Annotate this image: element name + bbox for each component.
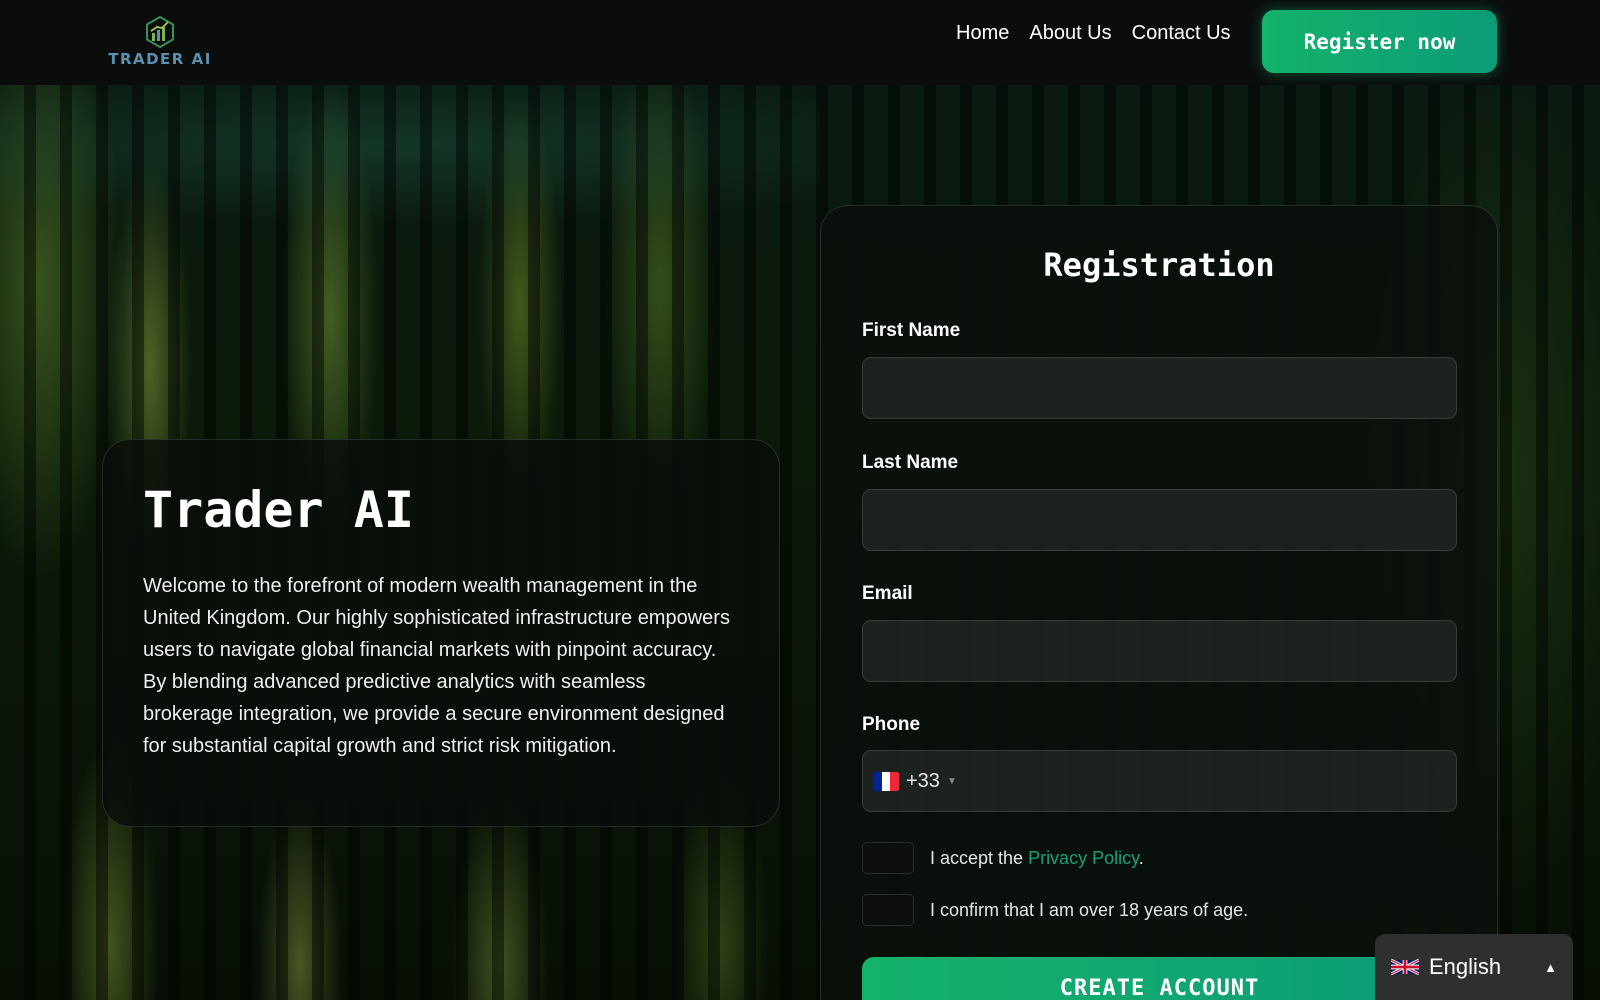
language-label: English bbox=[1429, 954, 1502, 979]
last-name-label: Last Name bbox=[862, 452, 959, 473]
email-label: Email bbox=[862, 583, 913, 604]
create-account-button[interactable]: CREATE ACCOUNT bbox=[862, 957, 1457, 1000]
email-input[interactable] bbox=[862, 620, 1457, 682]
nav-home[interactable]: Home bbox=[956, 20, 1009, 46]
logo[interactable]: TRADER AI bbox=[104, 16, 216, 70]
phone-dial-code[interactable]: +33 bbox=[906, 770, 940, 793]
chevron-down-icon[interactable]: ▼ bbox=[947, 776, 957, 787]
flag-uk-icon bbox=[1391, 958, 1419, 976]
register-now-button[interactable]: Register now bbox=[1262, 10, 1497, 73]
age-confirm-checkbox[interactable] bbox=[862, 894, 914, 926]
hero-title: Trader AI bbox=[143, 481, 414, 539]
registration-title: Registration bbox=[1043, 246, 1275, 284]
logo-chart-icon bbox=[146, 16, 174, 48]
logo-text: TRADER AI bbox=[108, 50, 212, 68]
privacy-policy-text: I accept the Privacy Policy. bbox=[930, 848, 1144, 869]
first-name-input[interactable] bbox=[862, 357, 1457, 419]
age-confirm-text: I confirm that I am over 18 years of age… bbox=[930, 899, 1249, 920]
language-switcher[interactable]: English ▲ bbox=[1375, 934, 1573, 1000]
phone-label: Phone bbox=[862, 714, 921, 735]
hero-description: Welcome to the forefront of modern wealt… bbox=[143, 575, 730, 757]
hero-card: Trader AI Welcome to the forefront of mo… bbox=[102, 439, 780, 827]
registration-card: Registration First Name Last Name Email … bbox=[820, 205, 1498, 1000]
site-header: TRADER AI Home About Us Contact Us Regis… bbox=[0, 0, 1600, 85]
privacy-policy-prefix: I accept the bbox=[930, 847, 1029, 868]
nav-about-us[interactable]: About Us bbox=[1029, 20, 1111, 46]
flag-fr-icon[interactable] bbox=[873, 771, 899, 791]
privacy-policy-link[interactable]: Privacy Policy bbox=[1028, 848, 1139, 868]
age-confirm-row: I confirm that I am over 18 years of age… bbox=[862, 894, 1248, 926]
first-name-label: First Name bbox=[862, 320, 961, 341]
chevron-up-icon: ▲ bbox=[1544, 959, 1557, 975]
privacy-policy-suffix: . bbox=[1138, 847, 1144, 868]
phone-input[interactable]: +33 ▼ bbox=[862, 750, 1457, 812]
last-name-input[interactable] bbox=[862, 489, 1457, 551]
nav-contact-us[interactable]: Contact Us bbox=[1132, 20, 1231, 46]
privacy-policy-row: I accept the Privacy Policy. bbox=[862, 842, 1144, 874]
privacy-policy-checkbox[interactable] bbox=[862, 842, 914, 874]
main-nav: Home About Us Contact Us bbox=[956, 20, 1231, 46]
